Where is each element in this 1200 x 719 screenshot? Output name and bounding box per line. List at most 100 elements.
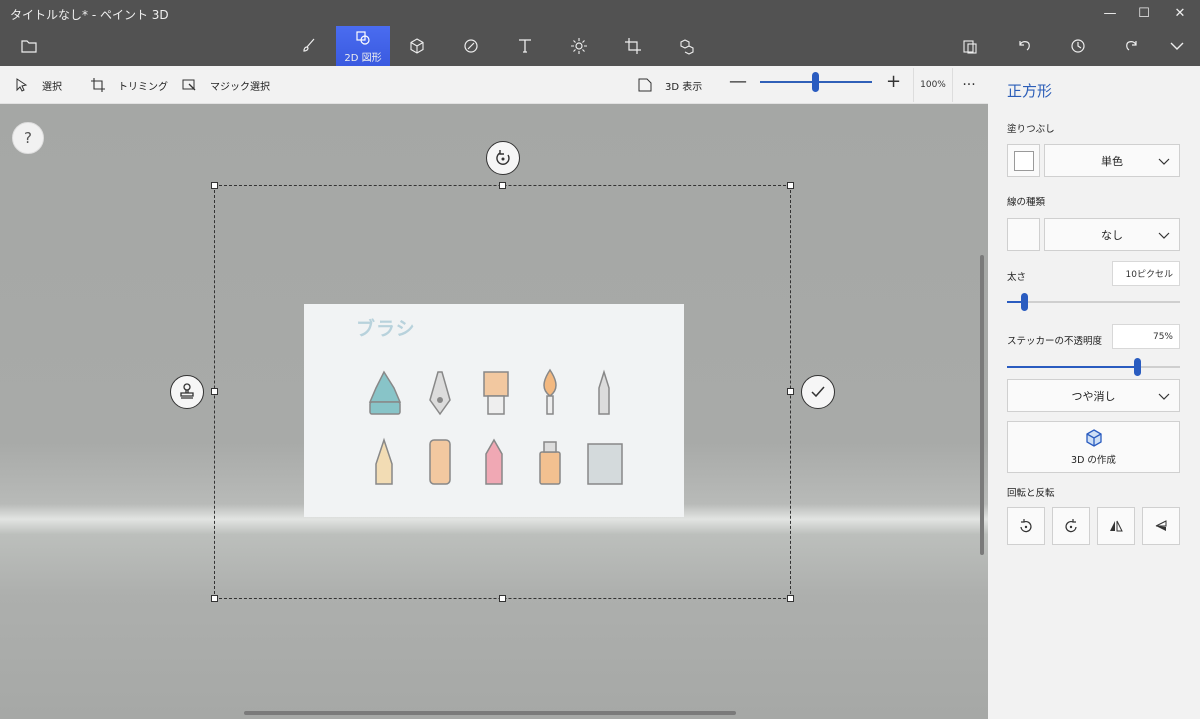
thickness-slider-thumb[interactable] — [1021, 293, 1029, 311]
2d-shapes-button[interactable]: 2D 図形 — [336, 26, 390, 66]
select-label: 選択 — [42, 81, 62, 93]
shapes-2d-icon — [356, 30, 370, 45]
history-button[interactable] — [1051, 26, 1105, 66]
more-options-button[interactable]: ··· — [958, 70, 980, 100]
horizontal-scrollbar[interactable] — [244, 711, 736, 715]
fill-dropdown[interactable]: 単色 — [1044, 144, 1180, 177]
canvas-button[interactable] — [606, 26, 660, 66]
finish-dropdown[interactable]: つや消し — [1007, 379, 1180, 412]
rotate-left-icon — [1020, 519, 1032, 533]
text-button[interactable] — [498, 26, 552, 66]
resize-handle-bottom[interactable] — [499, 595, 506, 602]
vertical-scrollbar[interactable] — [980, 255, 984, 555]
thickness-input[interactable]: 10ピクセル — [1112, 261, 1180, 286]
undo-icon — [1019, 41, 1030, 51]
rotate-handle[interactable] — [486, 141, 520, 175]
magic-select-tool[interactable]: マジック選択 — [182, 66, 270, 104]
flip-horizontal-button[interactable] — [1097, 507, 1135, 545]
rotate-right-icon — [1065, 519, 1077, 533]
maximize-button[interactable]: ☐ — [1124, 2, 1164, 24]
opacity-label: ステッカーの不透明度 — [1007, 336, 1103, 347]
chevron-down-icon — [1158, 232, 1170, 239]
menu-button[interactable] — [2, 26, 56, 66]
view-3d-toggle[interactable]: 3D 表示 — [637, 66, 702, 104]
top-toolbar: タイトルなし* - ペイント 3D — ☐ ✕ 2D 図形 — [0, 0, 1200, 66]
resize-handle-right[interactable] — [787, 388, 794, 395]
zoom-out-button[interactable]: — — [729, 73, 747, 91]
line-type-label: 線の種類 — [1007, 197, 1046, 208]
crop-tool[interactable]: トリミング — [90, 66, 168, 104]
3d-library-button[interactable] — [660, 26, 714, 66]
art-tools-button[interactable] — [282, 26, 336, 66]
checkmark-icon — [811, 386, 825, 398]
resize-handle-bottom-left[interactable] — [211, 595, 218, 602]
library-3d-icon — [680, 39, 694, 55]
resize-handle-top-left[interactable] — [211, 182, 218, 189]
crop-canvas-icon — [625, 38, 641, 54]
panel-title: 正方形 — [1007, 82, 1053, 100]
zoom-slider-thumb[interactable] — [812, 72, 819, 92]
fill-label: 塗りつぶし — [1007, 124, 1055, 135]
text-icon — [519, 39, 531, 53]
opacity-slider[interactable] — [1007, 358, 1180, 376]
selection-box[interactable] — [214, 185, 791, 599]
cursor-icon — [16, 78, 28, 92]
stickers-button[interactable] — [444, 26, 498, 66]
zoom-in-button[interactable]: + — [886, 73, 901, 91]
opacity-slider-thumb[interactable] — [1133, 358, 1141, 376]
flip-vertical-icon — [1155, 520, 1167, 531]
sticker-icon — [464, 39, 478, 53]
resize-handle-top[interactable] — [499, 182, 506, 189]
chevron-down-icon — [1158, 158, 1170, 165]
flip-vertical-button[interactable] — [1142, 507, 1180, 545]
resize-handle-top-right[interactable] — [787, 182, 794, 189]
close-button[interactable]: ✕ — [1160, 2, 1200, 24]
crop-label: トリミング — [118, 81, 168, 93]
paste-icon — [963, 40, 977, 54]
fill-dropdown-value: 単色 — [1101, 154, 1123, 168]
window-title: タイトルなし* - ペイント 3D — [10, 8, 169, 22]
opacity-input[interactable]: 75% — [1112, 324, 1180, 349]
rotate-flip-label: 回転と反転 — [1007, 488, 1055, 499]
secondary-toolbar: 選択 トリミング マジック選択 3D 表示 — [0, 66, 988, 104]
undo-button[interactable] — [997, 26, 1051, 66]
view-3d-icon — [638, 78, 652, 92]
line-type-dropdown[interactable]: なし — [1044, 218, 1180, 251]
history-icon — [1071, 39, 1085, 53]
resize-handle-bottom-right[interactable] — [787, 595, 794, 602]
expand-button[interactable] — [1150, 26, 1200, 66]
select-tool[interactable]: 選択 — [14, 66, 62, 104]
resize-handle-left[interactable] — [211, 388, 218, 395]
line-color-swatch[interactable] — [1007, 218, 1040, 251]
2d-shapes-label: 2D 図形 — [344, 52, 382, 64]
confirm-button[interactable] — [801, 375, 835, 409]
finish-dropdown-value: つや消し — [1071, 389, 1116, 403]
3d-shapes-button[interactable] — [390, 26, 444, 66]
opacity-slider-fill — [1007, 366, 1137, 368]
thickness-label: 太さ — [1007, 272, 1027, 283]
rotate-left-button[interactable] — [1007, 507, 1045, 545]
chevron-down-icon — [1170, 42, 1184, 50]
cube-icon — [1085, 429, 1102, 447]
rotate-icon — [496, 150, 510, 165]
rotate-right-button[interactable] — [1052, 507, 1090, 545]
line-type-dropdown-value: なし — [1101, 228, 1123, 242]
chevron-down-icon — [1158, 393, 1170, 400]
folder-icon — [21, 40, 37, 53]
properties-panel: 正方形 塗りつぶし 単色 線の種類 なし 太さ 10ピクセル ステッカーの不透明… — [988, 66, 1200, 719]
zoom-percent[interactable]: 100% — [913, 68, 953, 102]
make-3d-button[interactable]: 3D の作成 — [1007, 421, 1180, 473]
view-3d-label: 3D 表示 — [665, 81, 703, 93]
paste-button[interactable] — [943, 26, 997, 66]
make-3d-label: 3D の作成 — [1071, 455, 1116, 466]
magic-select-icon — [182, 79, 196, 91]
brush-icon — [303, 38, 315, 52]
effects-icon — [571, 38, 587, 54]
thickness-slider[interactable] — [1007, 293, 1180, 311]
fill-color-swatch[interactable] — [1007, 144, 1040, 177]
effects-button[interactable] — [552, 26, 606, 66]
fill-color-preview — [1014, 151, 1034, 171]
stamp-icon — [180, 383, 194, 399]
stamp-button[interactable] — [170, 375, 204, 409]
help-button[interactable]: ? — [12, 122, 44, 154]
